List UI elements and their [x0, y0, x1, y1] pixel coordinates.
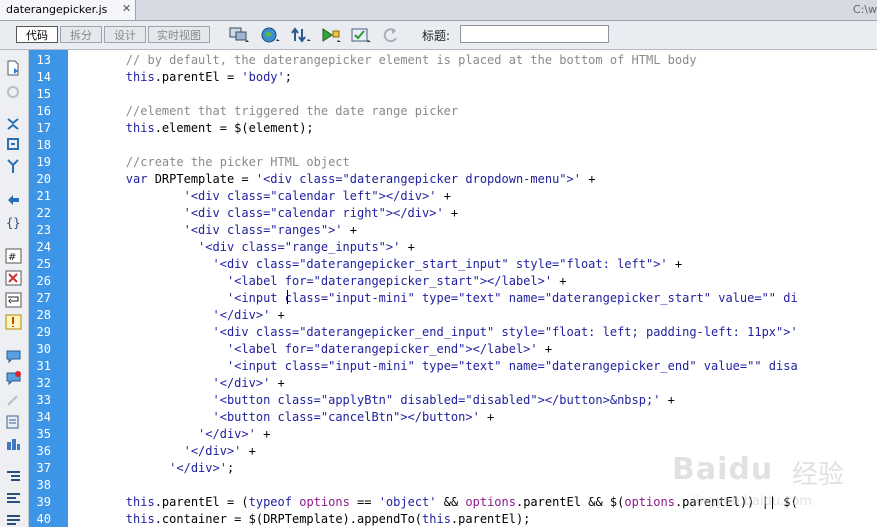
svg-text:#: # — [8, 252, 16, 263]
refresh-icon[interactable] — [380, 25, 402, 45]
expand-icon — [7, 86, 19, 98]
design-view-button[interactable]: 设计 — [104, 26, 146, 43]
balance-braces-icon[interactable]: {} — [5, 214, 22, 230]
code-line[interactable]: '<div class="calendar right"></div>' + — [68, 205, 459, 222]
code-line[interactable]: this.container = $(DRPTemplate).appendTo… — [68, 511, 531, 527]
title-input[interactable] — [460, 25, 609, 43]
line-number: 28 — [36, 308, 51, 322]
baidu-watermark: Baidu 经验 jingyan.baidu.com — [672, 448, 872, 518]
code-line[interactable]: '<div class="calendar left"></div>' + — [68, 188, 451, 205]
coding-toolbar: {} # — [0, 50, 29, 527]
text-caret — [287, 290, 288, 304]
code-line[interactable]: '<div class="daterangepicker_end_input" … — [68, 324, 798, 341]
globe-icon[interactable] — [260, 25, 282, 45]
line-number: 40 — [36, 512, 51, 526]
code-line[interactable]: // by default, the daterangepicker eleme… — [68, 52, 697, 69]
title-label: 标题: — [422, 29, 451, 43]
line-numbers-icon[interactable]: # — [5, 248, 22, 264]
code-line[interactable]: //element that triggered the date range … — [68, 103, 458, 120]
move-css-icon[interactable] — [5, 436, 22, 452]
live-view-button[interactable]: 实时视图 — [148, 26, 210, 43]
comment-icon[interactable] — [5, 348, 22, 364]
line-number: 31 — [36, 359, 51, 373]
line-number: 15 — [36, 87, 51, 101]
line-number: 21 — [36, 189, 51, 203]
format-source-icon[interactable] — [5, 512, 22, 528]
line-number: 35 — [36, 427, 51, 441]
line-number: 33 — [36, 393, 51, 407]
code-line[interactable]: '</div>' + — [68, 375, 285, 392]
line-number: 22 — [36, 206, 51, 220]
file-path: C:\w — [852, 3, 877, 16]
multiscreen-icon[interactable] — [228, 25, 250, 45]
collapse-tag-icon[interactable] — [5, 116, 22, 132]
code-line[interactable]: '</div>' + — [68, 307, 285, 324]
line-number: 23 — [36, 223, 51, 237]
document-tab-bar: daterangepicker.js ✕ C:\w — [0, 0, 877, 21]
expand-all-icon[interactable] — [5, 158, 22, 174]
preview-icon[interactable] — [320, 25, 342, 45]
line-number: 20 — [36, 172, 51, 186]
word-wrap-icon[interactable] — [5, 292, 22, 308]
line-number: 30 — [36, 342, 51, 356]
watermark-logo: Baidu — [672, 452, 774, 487]
line-number: 34 — [36, 410, 51, 424]
line-number: 16 — [36, 104, 51, 118]
code-line[interactable]: '<div class="ranges">' + — [68, 222, 357, 239]
line-number: 27 — [36, 291, 51, 305]
line-number: 32 — [36, 376, 51, 390]
code-line[interactable]: '</div>' + — [68, 443, 256, 460]
line-number: 25 — [36, 257, 51, 271]
code-line[interactable]: '<input class="input-mini" type="text" n… — [68, 358, 798, 375]
code-line[interactable]: this.element = $(element); — [68, 120, 314, 137]
code-line[interactable]: '<input class="input-mini" type="text" n… — [68, 290, 798, 307]
code-line[interactable]: '<label for="daterangepicker_end"></labe… — [68, 341, 552, 358]
code-line[interactable]: '<button class="applyBtn" disabled="disa… — [68, 392, 675, 409]
line-number: 19 — [36, 155, 51, 169]
wrap-tag-icon — [7, 395, 18, 406]
collapse-selection-icon[interactable] — [5, 136, 22, 152]
svg-text:{}: {} — [6, 216, 20, 230]
validate-icon[interactable] — [350, 25, 372, 45]
recent-snippets-icon[interactable] — [5, 414, 22, 430]
line-number: 18 — [36, 138, 51, 152]
watermark-cn: 经验 — [792, 460, 845, 490]
file-transfer-icon[interactable] — [290, 25, 312, 45]
code-line[interactable]: //create the picker HTML object — [68, 154, 350, 171]
outdent-icon[interactable] — [5, 490, 22, 506]
line-number-gutter: 13 14 15 16 17 18 19 20 21 22 23 24 25 26 27 28 29 30 31 32… — [29, 50, 68, 527]
line-number: 13 — [36, 53, 51, 67]
split-view-button[interactable]: 拆分 — [60, 26, 102, 43]
highlight-invalid-icon[interactable] — [5, 270, 22, 286]
code-line[interactable]: '<button class="cancelBtn"></button>' + — [68, 409, 495, 426]
remove-comment-icon[interactable] — [5, 370, 22, 386]
line-number: 17 — [36, 121, 51, 135]
code-line[interactable]: '<div class="daterangepicker_start_input… — [68, 256, 683, 273]
line-number: 14 — [36, 70, 51, 84]
line-number: 39 — [36, 495, 51, 509]
line-number: 38 — [36, 478, 51, 492]
line-number: 26 — [36, 274, 51, 288]
code-line[interactable]: '</div>'; — [68, 460, 234, 477]
code-line[interactable]: '<div class="range_inputs">' + — [68, 239, 415, 256]
watermark-url: jingyan.baidu.com — [692, 494, 812, 509]
code-line[interactable]: '<label for="daterangepicker_start"></la… — [68, 273, 567, 290]
indent-icon[interactable] — [5, 468, 22, 484]
code-view-button[interactable]: 代码 — [16, 26, 58, 43]
document-toolbar: 代码 拆分 设计 实时视图 标题: — [0, 21, 877, 50]
code-line[interactable]: var DRPTemplate = '<div class="daterange… — [68, 171, 596, 188]
select-parent-icon[interactable] — [5, 192, 22, 208]
file-tab-label: daterangepicker.js — [6, 3, 108, 16]
syntax-error-icon[interactable] — [5, 314, 22, 330]
close-tab-icon[interactable]: ✕ — [122, 2, 131, 15]
new-file-icon[interactable] — [5, 60, 22, 76]
line-number: 24 — [36, 240, 51, 254]
code-line[interactable]: '</div>' + — [68, 426, 270, 443]
code-line[interactable]: this.parentEl = 'body'; — [68, 69, 292, 86]
line-number: 29 — [36, 325, 51, 339]
file-tab[interactable]: daterangepicker.js ✕ — [0, 0, 136, 20]
line-number: 37 — [36, 461, 51, 475]
line-number: 36 — [36, 444, 51, 458]
